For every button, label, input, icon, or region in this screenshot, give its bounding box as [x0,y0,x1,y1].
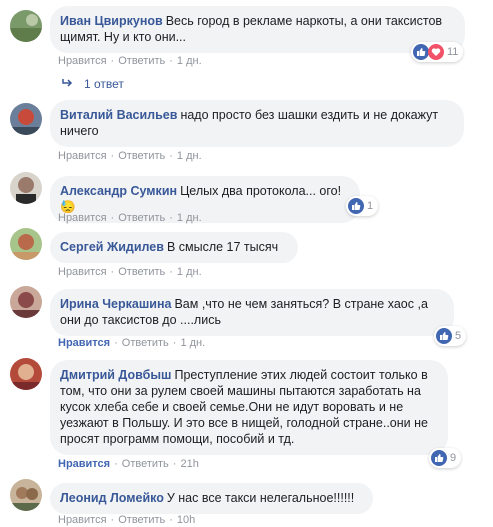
avatar[interactable] [10,228,42,260]
reply-button[interactable]: Ответить [118,150,165,162]
comment-actions: Нравится · Ответить · 1 дн. [58,266,202,278]
reply-button[interactable]: Ответить [118,266,165,278]
like-button[interactable]: Нравится [58,458,110,470]
avatar[interactable] [10,103,42,135]
comment-bubble: Сергей Жидилев В смысле 17 тысяч [50,232,298,263]
comment-author[interactable]: Александр Сумкин [60,184,177,198]
reaction-count: 11 [447,46,459,58]
comment-author[interactable]: Ирина Черкашина [60,297,171,311]
comment-author[interactable]: Сергей Жидилев [60,240,164,254]
comment-bubble: Виталий Васильев надо просто без шашки ез… [50,100,464,147]
reply-button[interactable]: Ответить [122,337,169,349]
timestamp[interactable]: 1 дн. [177,212,202,224]
comment-bubble: Иван Цвиркунов Весь город в рекламе нарко… [50,6,465,53]
timestamp[interactable]: 1 дн. [177,150,202,162]
comment-actions: Нравится · Ответить · 1 дн. [58,55,202,67]
comment-actions: Нравится · Ответить · 21h [58,458,199,470]
avatar[interactable] [10,286,42,318]
avatar[interactable] [10,479,42,511]
reaction-count: 1 [367,200,374,212]
timestamp[interactable]: 21h [180,458,198,470]
comment-bubble: Дмитрий Довбыш Преступление этих людей со… [50,360,448,455]
timestamp[interactable]: 1 дн. [177,55,202,67]
comment-author[interactable]: Дмитрий Довбыш [60,368,171,382]
like-icon [431,450,447,466]
comment-bubble: Леонид Ломейко У нас все такси нелегально… [50,483,373,514]
reply-button[interactable]: Ответить [118,55,165,67]
reaction-summary[interactable]: 9 [429,448,462,468]
like-button[interactable]: Нравится [58,514,107,526]
like-icon [436,328,452,344]
reaction-count: 9 [450,452,457,464]
view-replies-link[interactable]: 1 ответ [62,77,124,91]
timestamp[interactable]: 10h [177,514,195,526]
comment-author[interactable]: Виталий Васильев [60,108,177,122]
like-button[interactable]: Нравится [58,150,107,162]
like-icon [348,198,364,214]
like-button[interactable]: Нравится [58,337,110,349]
reaction-summary[interactable]: 5 [434,326,467,346]
love-icon [428,44,444,60]
reply-arrow-icon [62,77,74,91]
timestamp[interactable]: 1 дн. [177,266,202,278]
reply-button[interactable]: Ответить [122,458,169,470]
avatar[interactable] [10,172,42,204]
comment-text: У нас все такси нелегальное!!!!!! [166,491,355,505]
comment-author[interactable]: Иван Цвиркунов [60,14,163,28]
reaction-summary[interactable]: 1 [346,196,379,216]
reply-button[interactable]: Ответить [118,212,165,224]
replies-count-label: 1 ответ [84,77,124,91]
comment-actions: Нравится · Ответить · 1 дн. [58,337,206,349]
avatar[interactable] [10,358,42,390]
reaction-summary[interactable]: 11 [411,42,464,62]
timestamp[interactable]: 1 дн. [180,337,205,349]
avatar[interactable] [10,10,42,42]
comment-actions: Нравится · Ответить · 1 дн. [58,212,202,224]
comment-actions: Нравится · Ответить · 10h [58,514,196,526]
like-button[interactable]: Нравится [58,266,107,278]
reaction-count: 5 [455,330,462,342]
comment-actions: Нравится · Ответить · 1 дн. [58,150,202,162]
like-icon [413,44,429,60]
like-button[interactable]: Нравится [58,55,107,67]
comment-author[interactable]: Леонид Ломейко [60,491,164,505]
comment-bubble: Ирина Черкашина Вам ,что не чем заняться?… [50,289,454,336]
reply-button[interactable]: Ответить [118,514,165,526]
comment-text: В смысле 17 тысяч [166,240,279,254]
like-button[interactable]: Нравится [58,212,107,224]
